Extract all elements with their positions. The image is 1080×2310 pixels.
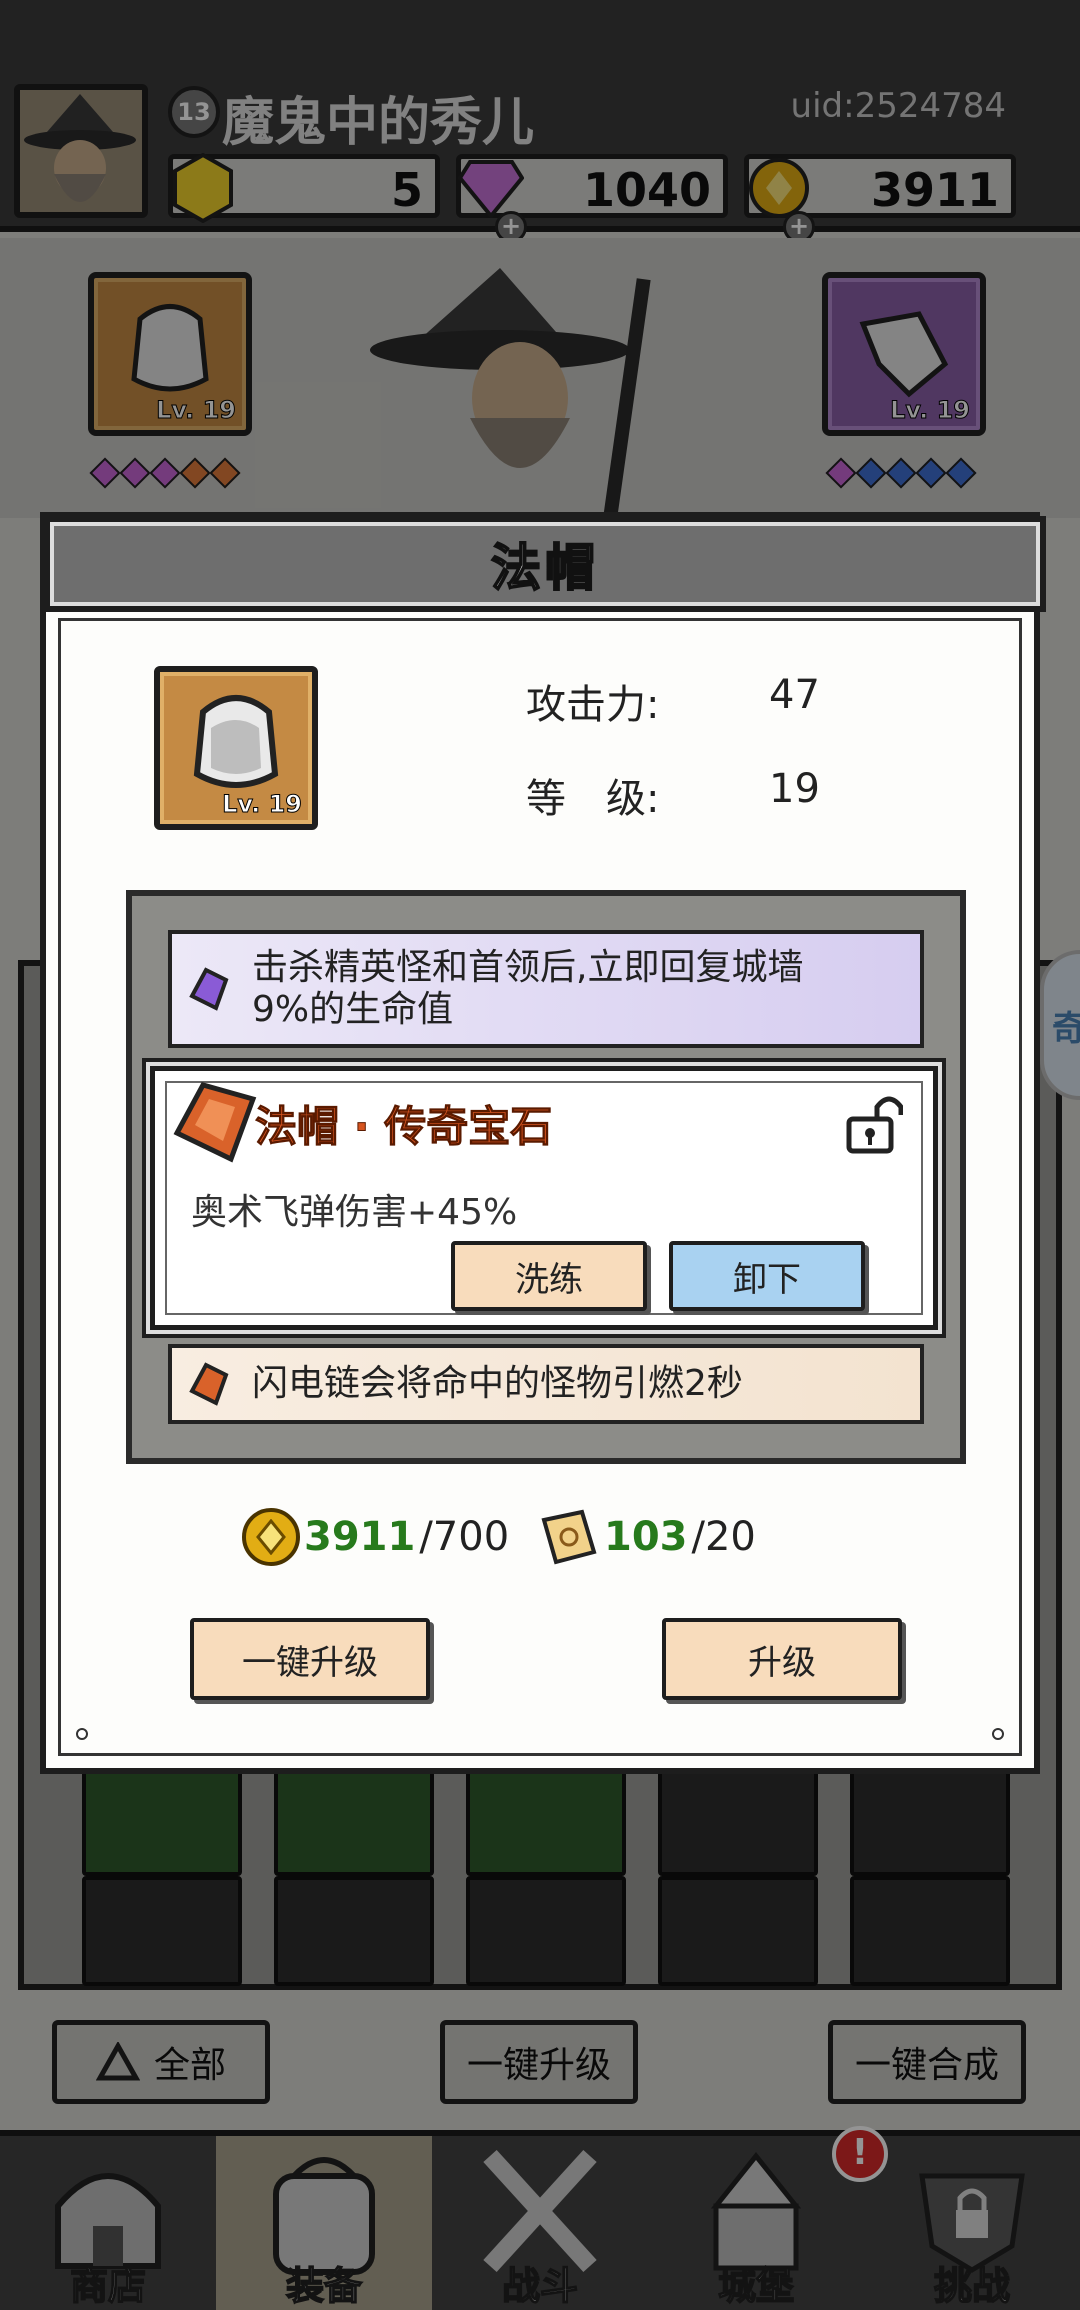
upgrade-button[interactable]: 升级: [662, 1618, 902, 1700]
gem-card-desc: 奥术飞弹伤害+45%: [191, 1192, 518, 1233]
unequip-button[interactable]: 卸下: [669, 1241, 865, 1311]
orange-gem-icon: [189, 1362, 229, 1406]
gem-slot-bottom[interactable]: 闪电链会将命中的怪物引燃2秒: [168, 1344, 924, 1424]
stat-level-label: 等 级:: [526, 776, 660, 822]
purple-gem-icon: [189, 967, 229, 1011]
one-click-upgrade-button[interactable]: 一键升级: [190, 1618, 430, 1700]
gem-card-title: 法帽 · 传奇宝石: [254, 1102, 553, 1152]
item-icon: Lv. 19: [154, 666, 318, 830]
unlock-icon[interactable]: [845, 1091, 903, 1155]
stat-attack-value: 47: [769, 672, 820, 718]
modal-title: 法帽: [490, 538, 599, 598]
gold-coin-icon: [242, 1508, 300, 1566]
orange-legendary-gem-icon: [173, 1082, 257, 1163]
gem-slot-top[interactable]: 击杀精英怪和首领后,立即回复城墙 9%的生命值: [168, 930, 924, 1048]
scroll-icon: [541, 1509, 597, 1565]
gem-socket-panel: 击杀精英怪和首领后,立即回复城墙 9%的生命值 法帽 · 传奇宝石 奥术飞弹伤害…: [126, 890, 966, 1464]
reroll-button[interactable]: 洗练: [451, 1241, 647, 1311]
gold-cost: 3911/700: [242, 1508, 509, 1566]
stat-attack-label: 攻击力:: [526, 682, 660, 728]
legendary-gem-card: 法帽 · 传奇宝石 奥术飞弹伤害+45% 洗练 卸下: [150, 1066, 938, 1330]
modal-header: 法帽: [44, 516, 1046, 612]
stat-level-value: 19: [769, 766, 820, 812]
scroll-cost: 103/20: [536, 1508, 756, 1566]
item-detail-modal: 法帽 Lv. 19 攻击力: 47 等 级: 19 击杀精英怪和首领后,立即回复…: [40, 512, 1046, 1774]
